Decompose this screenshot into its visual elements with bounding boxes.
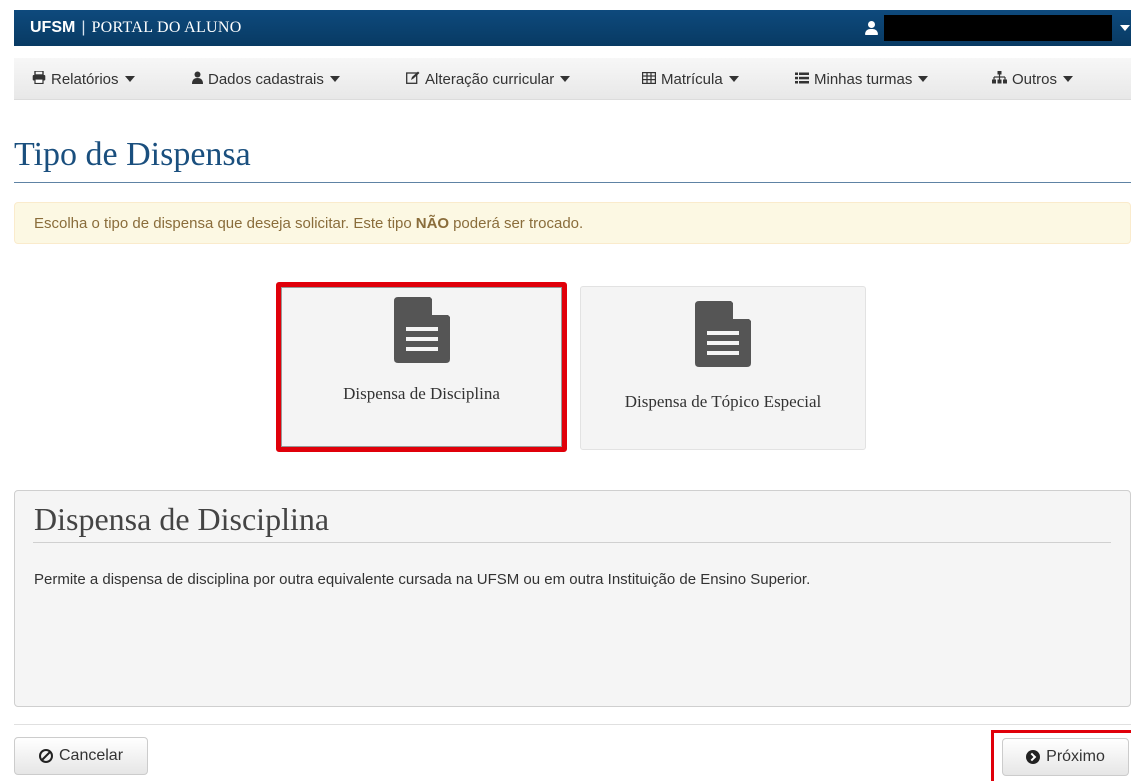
option-label: Dispensa de Tópico Especial [624, 392, 822, 411]
cancel-button-label: Cancelar [58, 747, 124, 764]
caret-down-icon [1063, 76, 1074, 82]
list-icon [795, 72, 809, 87]
menu-outros-label: Outros [1012, 70, 1058, 88]
page-title: Tipo de Dispensa [14, 136, 251, 173]
menu-dados-cadastrais[interactable]: Dados cadastrais [192, 58, 340, 100]
caret-down-icon [560, 76, 571, 82]
user-menu[interactable] [864, 10, 1130, 46]
cancel-button[interactable]: Cancelar [14, 737, 148, 775]
caret-down-icon [918, 76, 929, 82]
chevron-circle-right-icon [1026, 750, 1041, 764]
menu-dados-cadastrais-label: Dados cadastrais [208, 70, 324, 88]
table-icon [642, 71, 657, 87]
portal-title[interactable]: PORTAL DO ALUNO [91, 19, 241, 37]
print-icon [32, 70, 46, 87]
footer-divider [14, 724, 1131, 725]
file-text-icon [392, 297, 452, 368]
main-menu-bar: Relatórios Dados cadastrais Alteração cu… [14, 58, 1131, 100]
title-divider [14, 182, 1131, 183]
description-title: Dispensa de Disciplina [34, 501, 330, 537]
menu-outros[interactable]: Outros [992, 58, 1074, 100]
user-icon [192, 71, 203, 87]
alert-text: Escolha o tipo de dispensa que deseja so… [34, 214, 412, 232]
user-name-redacted[interactable] [884, 15, 1112, 41]
option-label: Dispensa de Disciplina [343, 384, 500, 403]
alert-text-end: poderá ser trocado. [453, 214, 584, 232]
user-icon [864, 20, 878, 36]
top-header-bar: UFSM | PORTAL DO ALUNO [14, 10, 1131, 46]
next-button-highlight: Próximo [991, 730, 1131, 781]
description-panel: Dispensa de Disciplina Permite a dispens… [14, 490, 1131, 707]
menu-matricula[interactable]: Matrícula [642, 58, 739, 100]
warning-alert: Escolha o tipo de dispensa que deseja so… [14, 202, 1131, 244]
menu-alteracao-curricular-label: Alteração curricular [425, 70, 555, 88]
caret-down-icon [728, 76, 739, 82]
caret-down-icon [329, 76, 340, 82]
chevron-down-icon[interactable] [1120, 25, 1130, 31]
file-text-icon [693, 301, 753, 372]
option-dispensa-disciplina[interactable]: Dispensa de Disciplina [276, 282, 567, 452]
menu-relatorios[interactable]: Relatórios [32, 58, 135, 100]
menu-relatorios-label: Relatórios [51, 70, 119, 88]
next-button-label: Próximo [1046, 748, 1105, 765]
edit-icon [406, 71, 420, 87]
alert-emphasis: NÃO [415, 214, 450, 232]
next-button[interactable]: Próximo [1002, 738, 1129, 776]
description-divider [33, 542, 1111, 543]
brand-logo[interactable]: UFSM [30, 19, 75, 37]
sitemap-icon [992, 71, 1007, 87]
ban-icon [38, 749, 53, 763]
menu-minhas-turmas-label: Minhas turmas [814, 70, 913, 88]
menu-alteracao-curricular[interactable]: Alteração curricular [406, 58, 571, 100]
description-text: Permite a dispensa de disciplina por out… [34, 571, 811, 588]
menu-minhas-turmas[interactable]: Minhas turmas [795, 58, 929, 100]
caret-down-icon [124, 76, 135, 82]
menu-matricula-label: Matrícula [661, 70, 723, 88]
option-dispensa-topico-especial[interactable]: Dispensa de Tópico Especial [580, 286, 866, 450]
brand-separator: | [81, 19, 86, 36]
